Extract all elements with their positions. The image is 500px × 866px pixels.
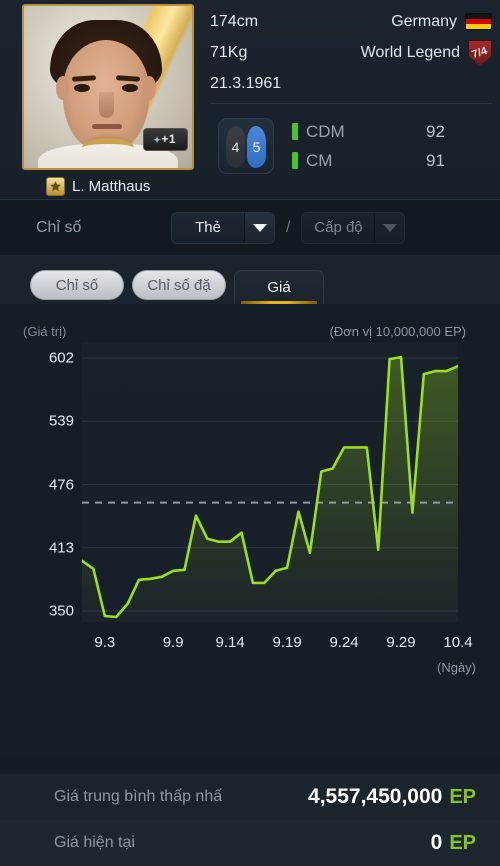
chart-y-tick: 539 — [48, 412, 74, 430]
chart-y-tick: 350 — [48, 602, 74, 620]
info-row-height-nation: 174cm Germany — [210, 6, 492, 37]
info-divider — [210, 103, 492, 104]
chart-y-tick: 413 — [48, 539, 74, 557]
player-price-screen: ✦+1 L. Matthaus 174cm Germany 71Kg World… — [0, 0, 500, 866]
player-card[interactable]: ✦+1 L. Matthaus — [22, 4, 194, 196]
enhance-level-badge: ✦+1 — [143, 128, 188, 151]
current-price-unit: EP — [449, 831, 476, 854]
chart-x-tick: 9.19 — [272, 634, 302, 651]
player-class: World Legend — [360, 43, 460, 61]
chart-x-tick: 9.9 — [162, 634, 184, 651]
chart-x-tick: 9.29 — [386, 634, 416, 651]
chart-x-tick: 10.4 — [443, 634, 473, 651]
left-foot-rating: 4 — [226, 126, 245, 168]
level-select-value: Cấp độ — [314, 219, 363, 236]
filter-label: Chỉ số — [36, 218, 82, 236]
tab-label: Chỉ số đặ — [147, 276, 211, 294]
average-lowest-price-value: 4,557,450,000 — [308, 785, 443, 808]
average-lowest-price-row: Giá trung bình thấp nhấ 4,557,450,000 EP — [0, 774, 500, 820]
player-card-image: ✦+1 — [22, 4, 194, 170]
chart-x-tick: 9.14 — [215, 634, 245, 651]
level-select[interactable]: Cấp độ — [301, 211, 406, 244]
average-lowest-price-unit: EP — [449, 785, 476, 808]
tab-chi-so-dac[interactable]: Chỉ số đặ — [132, 270, 226, 300]
current-price-value: 0 — [430, 831, 443, 854]
player-name-row: L. Matthaus — [22, 177, 194, 196]
card-type-select[interactable]: Thẻ — [171, 211, 275, 244]
tab-gia[interactable]: Giá — [234, 270, 324, 304]
filter-bar: Chỉ số Thẻ / Cấp độ — [0, 200, 500, 256]
chart-y-tick: 476 — [48, 476, 74, 493]
current-price-row: Giá hiện tại 0 EP — [0, 820, 500, 866]
player-weight: 71Kg — [210, 43, 248, 61]
player-info: 174cm Germany 71Kg World Legend 7/4 21.3… — [210, 6, 492, 104]
chart-x-tick: 9.24 — [329, 634, 359, 651]
chart-plot-area — [82, 342, 458, 622]
chart-x-tick-labels: 9.3 9.9 9.14 9.19 9.24 9.29 10.4 — [82, 634, 472, 658]
average-lowest-price-label: Giá trung bình thấp nhấ — [54, 788, 223, 805]
chevron-down-icon[interactable] — [244, 212, 274, 243]
position-row: CDM 92 — [292, 118, 445, 145]
position-indicator-icon — [292, 152, 298, 169]
chart-x-axis-title: (Ngày) — [436, 660, 476, 675]
player-birthdate: 21.3.1961 — [210, 74, 282, 92]
price-line-chart — [82, 355, 458, 622]
tab-bar: Chỉ số Chỉ số đặ Giá — [0, 256, 500, 304]
position-name: CM — [306, 150, 333, 170]
player-name: L. Matthaus — [72, 178, 151, 195]
filter-separator: / — [286, 218, 291, 236]
tab-chi-so[interactable]: Chỉ số — [30, 270, 124, 300]
player-height: 174cm — [210, 12, 259, 30]
position-row: CM 91 — [292, 147, 445, 174]
tab-label: Giá — [267, 279, 291, 296]
right-foot-rating: 5 — [247, 126, 266, 168]
chart-y-tick: 602 — [48, 349, 74, 367]
info-row-weight-class: 71Kg World Legend 7/4 — [210, 37, 492, 68]
star-icon — [46, 177, 65, 196]
tab-label: Chỉ số — [55, 276, 99, 294]
price-chart-panel: (Giá trị) (Đơn vị 10,000,000 EP) 350 413 4… — [0, 304, 500, 754]
chart-unit-note: (Đơn vị 10,000,000 EP) — [329, 324, 466, 339]
germany-flag-icon — [465, 13, 492, 30]
foot-rating-box: 4 5 — [218, 118, 274, 174]
player-stats-area: 4 5 CDM 92 CM 91 — [218, 118, 445, 174]
enhance-level-value: +1 — [161, 132, 176, 146]
position-indicator-icon — [292, 123, 298, 140]
chevron-down-icon[interactable] — [374, 212, 405, 243]
price-summary: Giá trung bình thấp nhấ 4,557,450,000 EP… — [0, 774, 500, 866]
player-header: ✦+1 L. Matthaus 174cm Germany 71Kg World… — [0, 0, 500, 200]
chart-x-tick: 9.3 — [94, 634, 116, 651]
chart-y-tick-labels: 350 413 476 539 602 — [0, 342, 74, 622]
world-legend-crest-icon: 7/4 — [468, 39, 492, 66]
position-list: CDM 92 CM 91 — [292, 118, 445, 174]
card-type-select-value: Thẻ — [195, 219, 221, 236]
position-value: 91 — [426, 150, 445, 170]
chart-y-axis-title: (Giá trị) — [23, 324, 67, 339]
player-nation: Germany — [391, 12, 457, 30]
current-price-label: Giá hiện tại — [54, 834, 135, 851]
position-name: CDM — [306, 121, 345, 141]
info-row-birthdate: 21.3.1961 — [210, 68, 492, 99]
position-value: 92 — [426, 121, 445, 141]
